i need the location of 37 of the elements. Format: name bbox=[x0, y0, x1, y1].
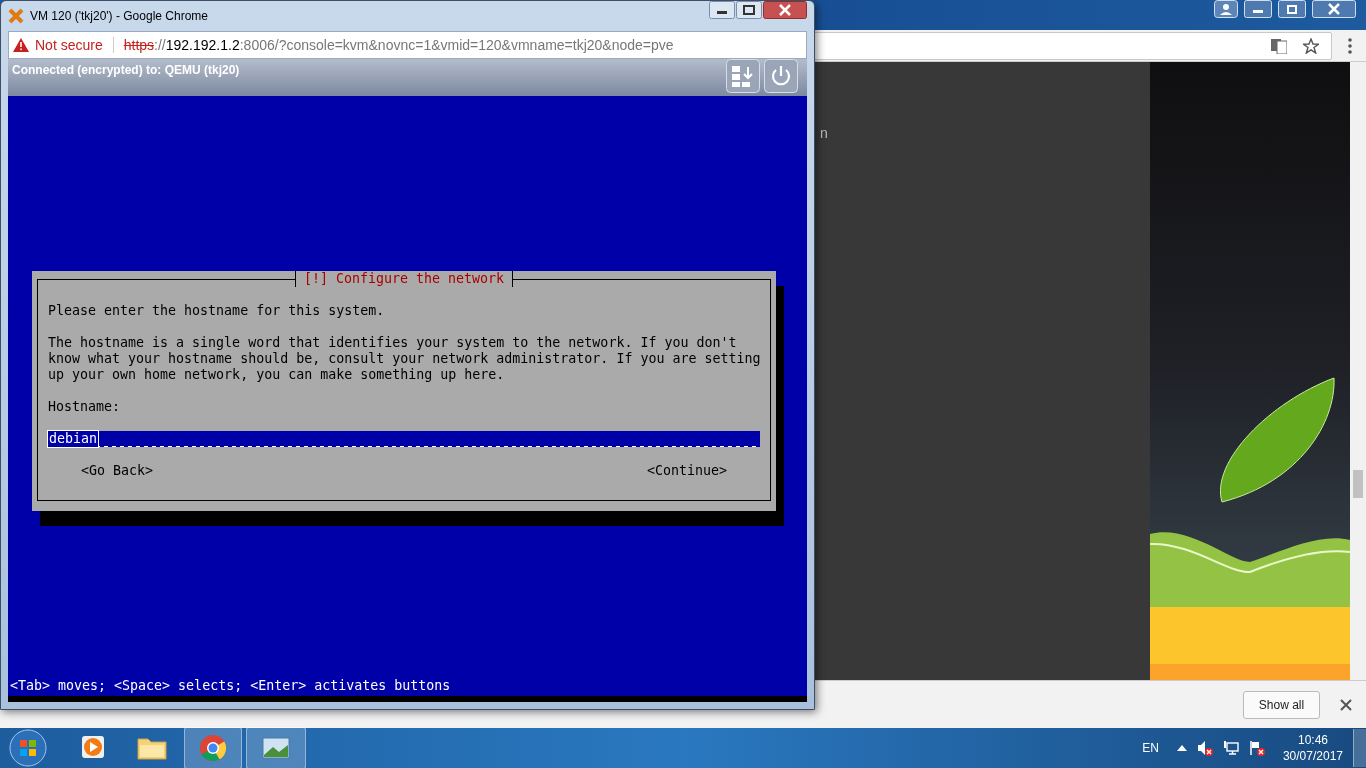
page-text: n bbox=[820, 125, 828, 141]
scrollbar-thumb[interactable] bbox=[1353, 470, 1363, 498]
close-icon[interactable] bbox=[763, 1, 807, 19]
clock-time[interactable]: 10:46 bbox=[1297, 732, 1328, 748]
field-label: Hostname: bbox=[48, 399, 122, 415]
start-orb-icon[interactable] bbox=[8, 728, 48, 768]
dialog-title: [!] Configure the network bbox=[294, 271, 514, 287]
translate-icon[interactable] bbox=[1271, 37, 1287, 54]
close-icon[interactable] bbox=[1340, 698, 1352, 711]
chrome-icon[interactable] bbox=[184, 727, 242, 768]
x-logo-icon bbox=[8, 8, 24, 24]
star-icon[interactable] bbox=[1303, 37, 1319, 54]
language-indicator[interactable]: EN bbox=[1142, 741, 1159, 755]
maximize-icon[interactable] bbox=[736, 1, 762, 19]
window-title: VM 120 ('tkj20') - Google Chrome bbox=[30, 9, 208, 23]
restore-icon[interactable] bbox=[1278, 0, 1306, 18]
minimize-icon[interactable] bbox=[709, 1, 735, 19]
speaker-muted-icon[interactable] bbox=[1196, 740, 1213, 756]
clock-date[interactable]: 30/07/2017 bbox=[1282, 748, 1343, 764]
dialog-text: The hostname is a single word that identifies your system to the network. If you don't know what your hostname should be, consult your network administrator. If you are setting up your own home network, you can make something up here. bbox=[48, 335, 760, 383]
warning-icon bbox=[13, 38, 29, 52]
dialog-text: Please enter the hostname for this system. bbox=[48, 303, 386, 319]
continue-button[interactable]: <Continue> bbox=[646, 463, 727, 479]
arrow-up-icon[interactable] bbox=[1176, 745, 1187, 751]
connection-status: Connected (encrypted) to: QEMU (tkj20) bbox=[12, 63, 240, 77]
security-label: Not secure bbox=[35, 37, 103, 53]
profile-icon[interactable] bbox=[1214, 0, 1238, 18]
hostname-field[interactable]: debian bbox=[48, 431, 760, 447]
network-icon[interactable] bbox=[1222, 740, 1239, 756]
show-all-button[interactable]: Show all bbox=[1243, 690, 1320, 719]
menu-icon[interactable] bbox=[1348, 37, 1352, 54]
help-line: <Tab> moves; <Space> selects; <Enter> activates buttons bbox=[9, 678, 452, 695]
image-viewer-icon[interactable] bbox=[246, 727, 306, 768]
flag-icon[interactable] bbox=[1248, 740, 1265, 756]
url-text: https://192.192.1.2:8006/?console=kvm&novnc=1&vmid=120&vmname=tkj20&node=pve bbox=[123, 37, 674, 53]
go-back-button[interactable]: <Go Back> bbox=[81, 463, 154, 479]
address-field[interactable]: Not secure https://192.192.1.2:8006/?console=kvm&novnc=1&vmid=120&vmname=tkj20&node=pve bbox=[8, 31, 807, 59]
